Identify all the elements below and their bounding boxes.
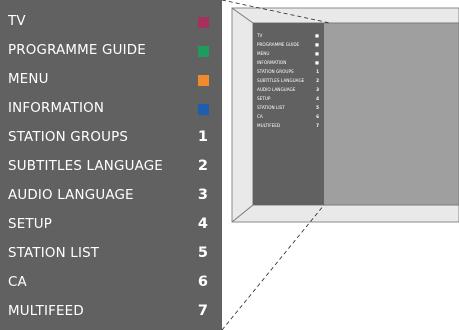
tv-thumbnail-menu: TV ■ PROGRAMME GUIDE ■ MENU ■ INFORMATIO… bbox=[253, 23, 324, 205]
tv-thumbnail-menu-item: AUDIO LANGUAGE 3 bbox=[253, 86, 324, 95]
tv-thumbnail-menu-label: TV bbox=[257, 33, 263, 38]
tv-thumbnail-menu-item: SUBTITLES LANGUAGE 2 bbox=[253, 77, 324, 86]
tv-thumbnail-menu-item: CA 6 bbox=[253, 113, 324, 122]
tv-thumbnail-menu-value: ■ bbox=[315, 33, 319, 38]
tv-thumbnail-menu-value: ■ bbox=[315, 51, 319, 56]
tv-thumbnail-menu-label: PROGRAMME GUIDE bbox=[257, 42, 300, 47]
tv-thumbnail-menu-item: INFORMATION ■ bbox=[253, 59, 324, 68]
tv-thumbnail-menu-label: SETUP bbox=[257, 96, 271, 101]
tv-thumbnail-menu-value: 3 bbox=[316, 87, 319, 92]
tv-thumbnail-menu-item: PROGRAMME GUIDE ■ bbox=[253, 41, 324, 50]
tv-thumbnail-menu-value: ■ bbox=[315, 60, 319, 65]
tv-thumbnail-menu-item: STATION LIST 5 bbox=[253, 104, 324, 113]
tv-thumbnail-menu-value: ■ bbox=[315, 42, 319, 47]
tv-thumbnail-menu-item: SETUP 4 bbox=[253, 95, 324, 104]
tv-thumbnail-menu-label: MULTIFEED bbox=[257, 123, 281, 128]
tv-thumbnail-menu-label: AUDIO LANGUAGE bbox=[257, 87, 296, 92]
tv-thumbnail-menu-value: 1 bbox=[316, 69, 319, 74]
tv-thumbnail-menu-item: MULTIFEED 7 bbox=[253, 122, 324, 131]
tv-thumbnail-menu-label: SUBTITLES LANGUAGE bbox=[257, 78, 305, 83]
tv-thumbnail-menu-item: TV ■ bbox=[253, 32, 324, 41]
tv-thumbnail-menu-value: 5 bbox=[316, 105, 319, 110]
zoom-guide-lines bbox=[221, 0, 459, 330]
tv-thumbnail-menu-value: 6 bbox=[316, 114, 319, 119]
tv-thumbnail-menu-value: 4 bbox=[316, 96, 319, 101]
tv-thumbnail-menu-label: CA bbox=[257, 114, 263, 119]
tv-thumbnail-menu-label: INFORMATION bbox=[257, 60, 287, 65]
tv-thumbnail-menu-label: STATION LIST bbox=[257, 105, 285, 110]
tv-thumbnail-menu-label: MENU bbox=[257, 51, 270, 56]
tv-thumbnail-menu-label: STATION GROUPS bbox=[257, 69, 294, 74]
tv-thumbnail-menu-item: MENU ■ bbox=[253, 50, 324, 59]
tv-thumbnail-menu-value: 7 bbox=[316, 123, 319, 128]
tv-thumbnail-menu-value: 2 bbox=[316, 78, 319, 83]
tv-thumbnail-menu-item: STATION GROUPS 1 bbox=[253, 68, 324, 77]
